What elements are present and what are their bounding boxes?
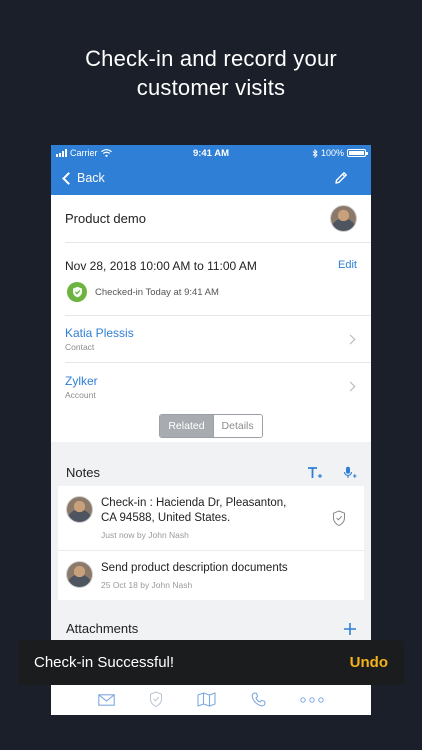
toast-message: Check-in Successful! xyxy=(34,654,175,671)
avatar xyxy=(66,561,93,588)
promo-headline: Check-in and record your customer visits xyxy=(0,44,422,102)
tab-related[interactable]: Related xyxy=(160,415,213,437)
checkin-badge-icon xyxy=(67,282,87,302)
note-text-line1: Check-in : Hacienda Dr, Pleasanton, xyxy=(101,497,287,509)
location-pin-icon xyxy=(333,510,345,527)
checkin-icon[interactable] xyxy=(149,691,163,708)
phone-screen: Carrier 9:41 AM 100% Back Product demo N… xyxy=(51,145,371,715)
tab-details[interactable]: Details xyxy=(212,415,262,437)
add-attachment-icon[interactable] xyxy=(343,622,357,636)
phone-icon[interactable] xyxy=(251,692,266,707)
pencil-icon[interactable] xyxy=(333,170,349,186)
add-text-note-icon[interactable] xyxy=(307,466,323,480)
account-type: Account xyxy=(65,389,96,400)
map-icon[interactable] xyxy=(197,692,217,707)
note-text-line2: CA 94588, United States. xyxy=(101,512,231,524)
event-title-row: Product demo xyxy=(65,195,371,243)
battery-icon xyxy=(347,149,368,157)
wifi-icon xyxy=(100,149,112,157)
related-contact-row[interactable]: Katia Plessis Contact xyxy=(65,316,371,363)
attachments-title: Attachments xyxy=(66,621,139,636)
headline-line-1: Check-in and record your xyxy=(85,46,337,71)
notes-header: Notes xyxy=(51,442,371,486)
event-time-range: Nov 28, 2018 10:00 AM to 11:00 AM xyxy=(65,259,257,273)
chevron-right-icon xyxy=(345,381,356,392)
checkin-toast: Check-in Successful! Undo xyxy=(18,640,404,685)
mail-icon[interactable] xyxy=(98,693,115,706)
event-time-block: Nov 28, 2018 10:00 AM to 11:00 AM Edit C… xyxy=(65,243,371,316)
more-icon[interactable] xyxy=(300,696,324,703)
notes-list: Check-in : Hacienda Dr, Pleasanton, CA 9… xyxy=(58,486,364,600)
back-label: Back xyxy=(77,171,105,185)
avatar xyxy=(66,496,93,523)
add-voice-note-icon[interactable] xyxy=(343,466,357,480)
event-title: Product demo xyxy=(65,211,146,226)
back-chevron-icon xyxy=(62,171,75,185)
segment-control-wrap: Related Details xyxy=(51,410,371,443)
nav-bar: Back xyxy=(51,161,371,195)
headline-line-2: customer visits xyxy=(136,75,286,100)
bluetooth-icon xyxy=(312,148,318,158)
undo-button[interactable]: Undo xyxy=(350,654,388,671)
signal-icon xyxy=(56,149,67,157)
list-item[interactable]: Check-in : Hacienda Dr, Pleasanton, CA 9… xyxy=(58,486,364,550)
bottom-tab-bar xyxy=(51,683,371,715)
contact-name: Katia Plessis xyxy=(65,326,134,340)
edit-time-link[interactable]: Edit xyxy=(338,259,357,273)
segment-control: Related Details xyxy=(159,414,263,438)
related-account-row[interactable]: Zylker Account xyxy=(65,363,371,410)
carrier-label: Carrier xyxy=(70,148,98,158)
chevron-right-icon xyxy=(345,334,356,344)
back-button[interactable]: Back xyxy=(61,171,105,185)
note-meta: 25 Oct 18 by John Nash xyxy=(101,580,193,590)
attachments-header: Attachments xyxy=(51,600,371,636)
avatar[interactable] xyxy=(330,205,357,232)
list-item[interactable]: Send product description documents 25 Oc… xyxy=(58,550,364,600)
note-meta: Just now by John Nash xyxy=(101,530,189,540)
checkin-status: Checked-in Today at 9:41 AM xyxy=(67,282,219,302)
account-name: Zylker xyxy=(65,373,98,388)
checkin-status-text: Checked-in Today at 9:41 AM xyxy=(95,286,219,298)
notes-title: Notes xyxy=(66,465,100,480)
contact-type: Contact xyxy=(65,342,95,352)
status-bar: Carrier 9:41 AM 100% xyxy=(51,145,371,161)
battery-percent: 100% xyxy=(320,148,344,158)
note-text-line1: Send product description documents xyxy=(101,562,288,574)
